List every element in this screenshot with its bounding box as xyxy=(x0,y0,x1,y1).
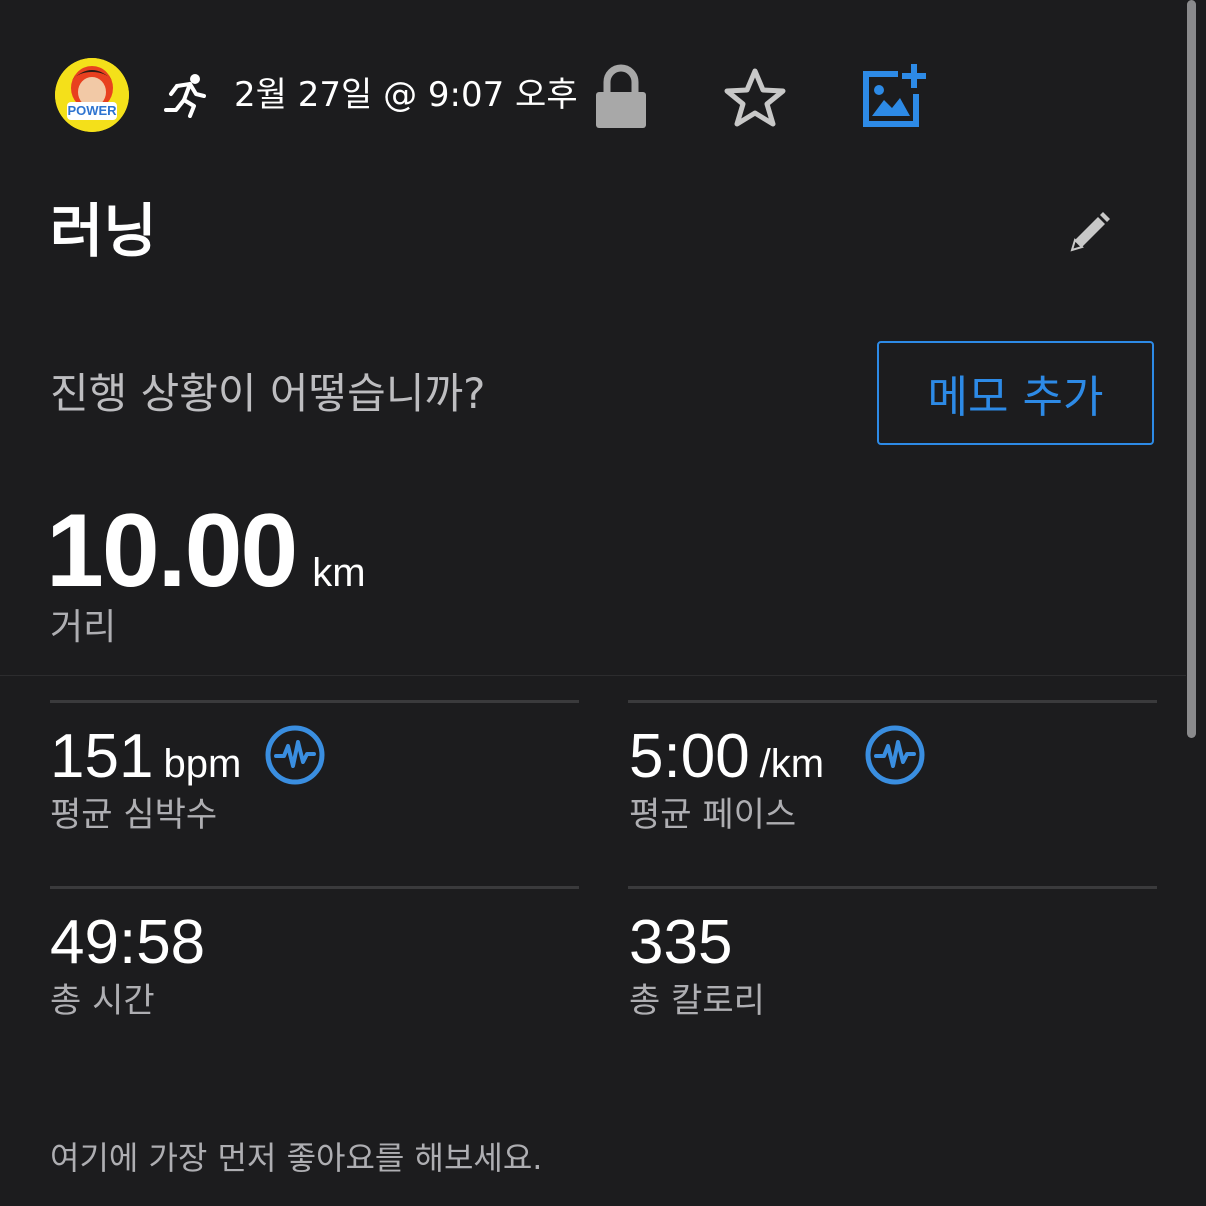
distance-label: 거리 xyxy=(50,607,117,648)
running-activity-icon xyxy=(164,74,206,118)
avatar[interactable]: POWER xyxy=(55,58,129,132)
avg-heart-rate-value: 151 xyxy=(50,722,154,791)
avg-pace-value: 5:00 xyxy=(629,722,750,791)
star-icon[interactable] xyxy=(722,66,788,130)
total-calories-value: 335 xyxy=(629,908,733,977)
scrollbar[interactable] xyxy=(1187,0,1196,738)
distance-value-group: 10.00 km xyxy=(46,492,366,610)
section-divider xyxy=(0,675,1186,676)
avatar-text: POWER xyxy=(67,103,117,118)
stat-divider xyxy=(50,886,579,889)
stat-divider xyxy=(628,700,1157,703)
heart-rate-icon[interactable] xyxy=(864,724,926,786)
edit-pencil-icon[interactable] xyxy=(1066,210,1112,256)
distance-unit: km xyxy=(312,551,366,595)
avg-pace-value-group: 5:00/km xyxy=(629,724,824,790)
total-calories-value-group: 335 xyxy=(629,910,732,976)
heart-rate-icon[interactable] xyxy=(264,724,326,786)
activity-detail-page: POWER 2월 27일 @ 9:07 오후 러닝 진행 상황이 어떻습니까? … xyxy=(0,0,1206,1206)
add-memo-button[interactable]: 메모 추가 xyxy=(877,341,1154,445)
stat-divider xyxy=(628,886,1157,889)
distance-value: 10.00 xyxy=(46,493,298,609)
note-prompt: 진행 상황이 어떻습니까? xyxy=(50,369,486,418)
avg-pace-label: 평균 페이스 xyxy=(629,795,797,835)
lock-icon[interactable] xyxy=(593,64,649,130)
add-photo-icon[interactable] xyxy=(860,62,928,128)
avg-pace-unit: /km xyxy=(759,742,825,786)
total-time-label: 총 시간 xyxy=(50,981,155,1021)
stat-divider xyxy=(50,700,579,703)
avg-heart-rate-unit: bpm xyxy=(163,742,242,786)
avg-heart-rate-label: 평균 심박수 xyxy=(50,795,218,835)
first-like-prompt[interactable]: 여기에 가장 먼저 좋아요를 해보세요. xyxy=(50,1136,542,1180)
total-time-value-group: 49:58 xyxy=(50,910,205,976)
activity-title: 러닝 xyxy=(50,197,157,265)
avg-heart-rate-value-group: 151 bpm xyxy=(50,724,241,790)
total-time-value: 49:58 xyxy=(50,908,206,977)
total-calories-label: 총 칼로리 xyxy=(629,981,765,1021)
activity-datetime: 2월 27일 @ 9:07 오후 xyxy=(234,75,578,115)
